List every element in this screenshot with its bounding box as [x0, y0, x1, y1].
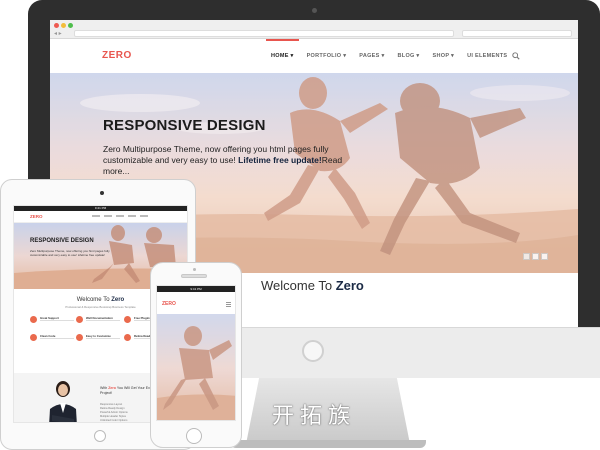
site-header: ZERO HOME ▾ PORTFOLIO ▾ PAGES ▾ BLOG ▾ S…: [50, 39, 578, 73]
browser-back-forward-icon[interactable]: ◂ ▸: [54, 30, 62, 37]
monitor-logo: [302, 340, 324, 362]
tablet-hero-text: Zero Multipurpose Theme, now offering yo…: [30, 249, 110, 257]
about-heading-brand: Zero: [108, 386, 116, 390]
browser-toolbar: ◂ ▸: [50, 20, 578, 39]
feature-item: Clean Code: [30, 333, 80, 347]
slider-dot[interactable]: [532, 253, 539, 260]
menu-item-ui-elements[interactable]: UI ELEMENTS: [467, 53, 507, 59]
welcome-prefix: Welcome To: [261, 278, 333, 293]
feature-icon: [76, 334, 83, 341]
address-bar[interactable]: [74, 30, 454, 37]
slider-dot[interactable]: [523, 253, 530, 260]
main-menu: HOME ▾ PORTFOLIO ▾ PAGES ▾ BLOG ▾ SHOP ▾…: [266, 39, 520, 59]
welcome-brand: Zero: [335, 278, 364, 293]
phone-logo[interactable]: ZERO: [162, 301, 176, 307]
phone-header: ZERO: [157, 292, 235, 314]
tablet-header: ZERO: [14, 211, 187, 223]
phone-hero: [157, 314, 235, 420]
about-heading-prefix: With: [100, 386, 108, 390]
menu-icon[interactable]: [226, 302, 231, 308]
phone-camera-icon: [193, 268, 196, 271]
feature-icon: [30, 316, 37, 323]
tablet-welcome-prefix: Welcome To: [76, 297, 110, 303]
tablet-camera-icon: [100, 191, 104, 195]
phone-hero-image: [157, 314, 235, 420]
feature-icon: [124, 334, 131, 341]
feature-icon: [124, 316, 131, 323]
tablet-menu-item[interactable]: [104, 215, 112, 217]
menu-item-pages[interactable]: PAGES ▾: [359, 53, 384, 59]
monitor-stand-base: [230, 440, 426, 448]
hero-description: Zero Multipurpose Theme, now offering yo…: [103, 144, 353, 177]
close-window-icon[interactable]: [54, 23, 59, 28]
feature-text-line: [86, 338, 120, 339]
feature-icon: [30, 334, 37, 341]
tablet-home-button[interactable]: [94, 430, 106, 442]
slider-pagination: [523, 253, 548, 260]
tablet-hero-title: RESPONSIVE DESIGN: [30, 238, 94, 244]
feature-text-line: [86, 320, 120, 321]
menu-item-home[interactable]: HOME ▾: [266, 39, 299, 59]
phone-screen: 9:41 PM ZERO: [156, 285, 236, 421]
camera-icon: [312, 8, 317, 13]
menu-item-portfolio[interactable]: PORTFOLIO ▾: [307, 53, 347, 59]
tablet-menu: [92, 215, 148, 217]
site-logo[interactable]: ZERO: [102, 50, 132, 61]
tablet-menu-item[interactable]: [140, 215, 148, 217]
hero-highlight: Lifetime free update!: [238, 155, 322, 165]
feature-icon: [76, 316, 83, 323]
browser-search-box[interactable]: [462, 30, 572, 37]
list-item: Unlimited Color Options: [100, 419, 128, 422]
tablet-menu-item[interactable]: [128, 215, 136, 217]
tablet-menu-item[interactable]: [116, 215, 124, 217]
minimize-window-icon[interactable]: [61, 23, 66, 28]
tablet-menu-item[interactable]: [92, 215, 100, 217]
search-icon[interactable]: [512, 52, 520, 60]
feature-item: Well Documentation: [76, 315, 126, 329]
watermark-text: 开拓族: [272, 404, 357, 429]
phone-home-button[interactable]: [186, 428, 202, 444]
feature-item: Easy to Customize: [76, 333, 126, 347]
hero-title: RESPONSIVE DESIGN: [103, 117, 266, 134]
tablet-logo[interactable]: ZERO: [30, 214, 43, 219]
feature-item: Great Support: [30, 315, 80, 329]
maximize-window-icon[interactable]: [68, 23, 73, 28]
tablet-about-list: Responsive Layout Retina Ready Design Po…: [100, 403, 128, 422]
feature-text-line: [40, 338, 74, 339]
phone-speaker: [181, 274, 207, 278]
feature-text-line: [40, 320, 74, 321]
menu-item-blog[interactable]: BLOG ▾: [398, 53, 420, 59]
tablet-welcome-brand: Zero: [111, 297, 125, 303]
menu-item-shop[interactable]: SHOP ▾: [433, 53, 455, 59]
businesswoman-photo: [49, 381, 77, 422]
welcome-heading: Welcome To Zero: [261, 278, 364, 293]
slider-dot[interactable]: [541, 253, 548, 260]
